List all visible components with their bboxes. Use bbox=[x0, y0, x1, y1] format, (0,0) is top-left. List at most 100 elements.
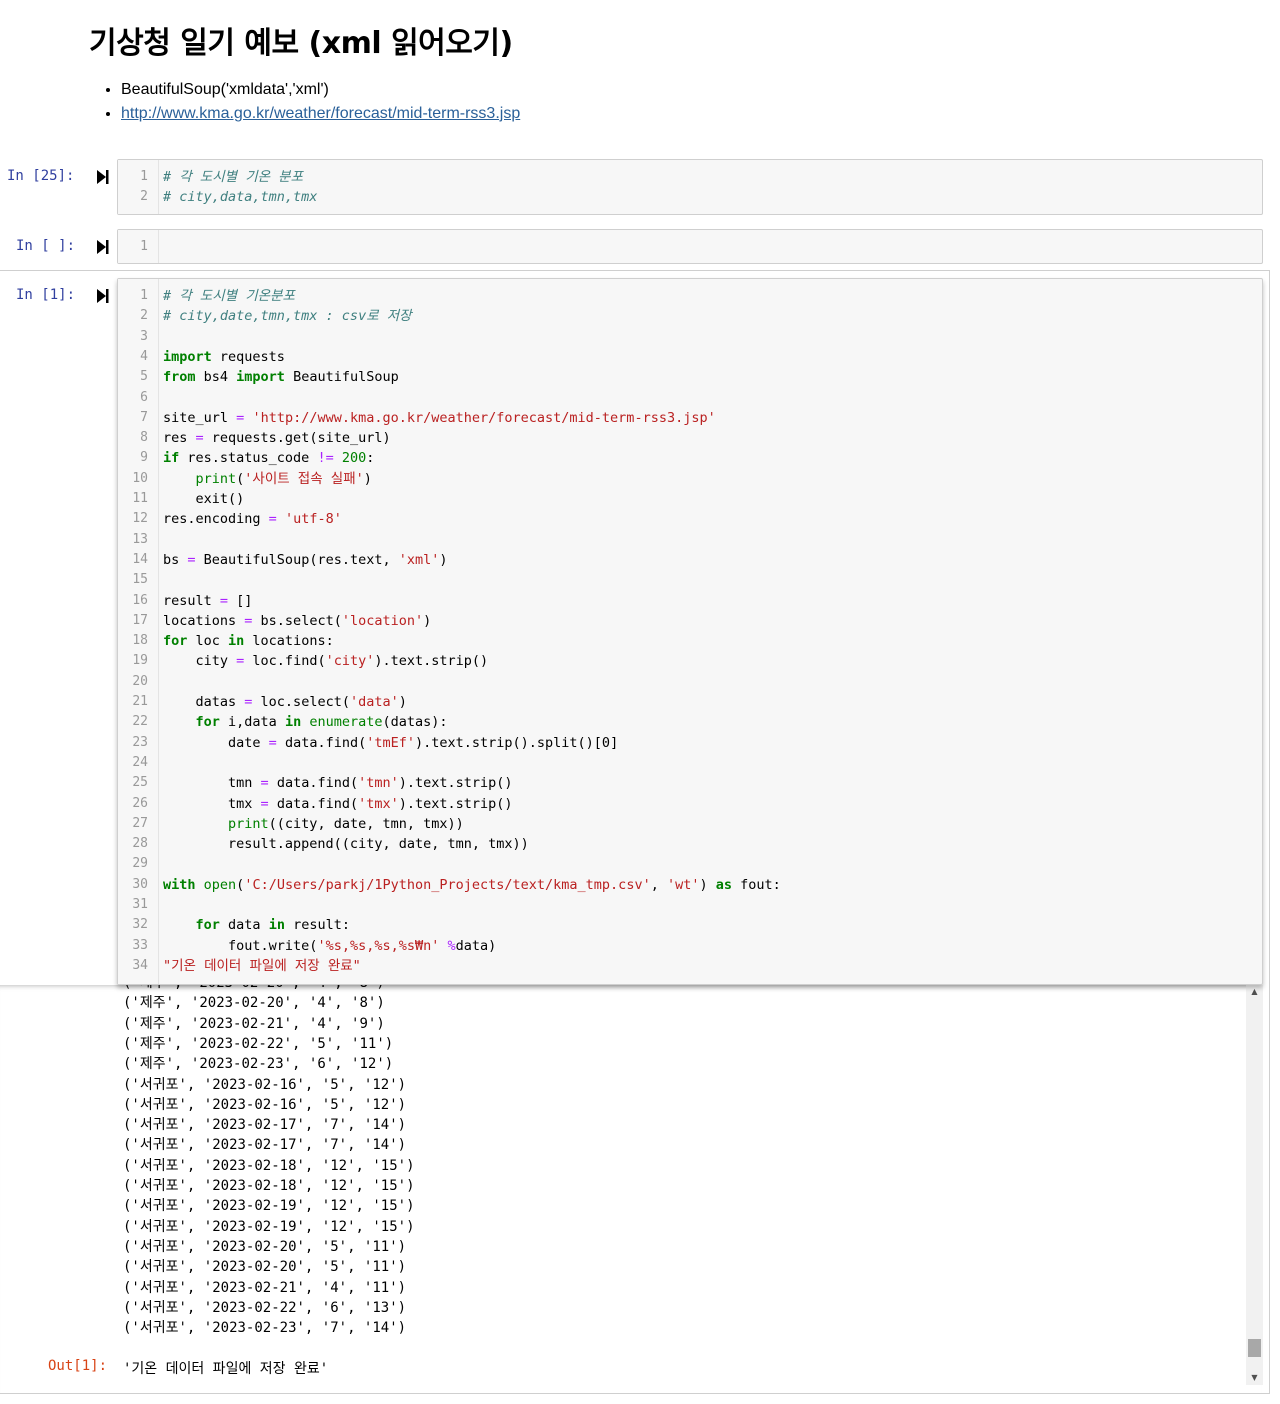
code-line[interactable]: 8 res = requests.get(site_url) bbox=[118, 428, 1262, 448]
line-number: 1 bbox=[140, 169, 148, 184]
line-number: 11 bbox=[132, 491, 148, 506]
kma-rss-link[interactable]: http://www.kma.go.kr/weather/forecast/mi… bbox=[121, 105, 520, 122]
bullet-item-link[interactable]: http://www.kma.go.kr/weather/forecast/mi… bbox=[121, 102, 520, 126]
output-stream-area[interactable]: ('제주', '2023-02-20', '4', '8') ('제주', '20… bbox=[0, 985, 1262, 1393]
line-number: 24 bbox=[132, 754, 148, 770]
bullet-text: BeautifulSoup('xmldata','xml') bbox=[121, 81, 329, 98]
line-number: 31 bbox=[132, 897, 148, 912]
output-line: ('서귀포', '2023-02-17', '7', '14') bbox=[123, 1117, 407, 1134]
code-line[interactable]: 10 print('사이트 접속 실패') bbox=[118, 469, 1262, 489]
code-line[interactable]: 29 bbox=[118, 854, 1262, 874]
code-text: print('사이트 접속 실패') bbox=[195, 470, 372, 487]
code-line[interactable]: 20 bbox=[118, 672, 1262, 692]
code-text: locations = bs.select('location') bbox=[163, 612, 432, 629]
code-line[interactable]: 12 res.encoding = 'utf-8' bbox=[118, 509, 1262, 529]
scroll-down-arrow-icon[interactable]: ▼ bbox=[1246, 1371, 1263, 1385]
line-number: 15 bbox=[132, 572, 148, 588]
code-line[interactable]: 1 # 각 도시별 기온분포 bbox=[118, 286, 1262, 306]
output-line: ('제주', '2023-02-20', '4', '8') bbox=[123, 995, 385, 1012]
code-line[interactable]: 1 bbox=[118, 237, 1262, 257]
code-text: fout.write('%s,%s,%s,%s₩n' %data) bbox=[163, 937, 497, 954]
code-text: date = data.find('tmEf').text.strip().sp… bbox=[163, 734, 619, 751]
code-line[interactable]: 26 tmx = data.find('tmx').text.strip() bbox=[118, 794, 1262, 814]
line-number: 14 bbox=[132, 551, 148, 567]
line-number: 30 bbox=[132, 876, 148, 892]
line-number: 6 bbox=[140, 389, 148, 405]
code-line[interactable]: 5 from bs4 import BeautifulSoup bbox=[118, 367, 1262, 387]
output-scrollbar[interactable]: ▲ ▼ bbox=[1246, 985, 1263, 1385]
code-text: # 각 도시별 기온분포 bbox=[163, 288, 295, 304]
output-line: ('서귀포', '2023-02-17', '7', '14') bbox=[123, 1137, 407, 1154]
code-line[interactable]: 28 result.append((city, date, tmn, tmx)) bbox=[118, 834, 1262, 854]
line-number: 20 bbox=[132, 673, 148, 689]
code-line[interactable]: 27 print((city, date, tmn, tmx)) bbox=[118, 814, 1262, 834]
code-text: tmx = data.find('tmx').text.strip() bbox=[163, 795, 513, 812]
code-line[interactable]: 3 bbox=[118, 327, 1262, 347]
code-line[interactable]: 22 for i,data in enumerate(datas): bbox=[118, 712, 1262, 732]
code-line[interactable]: 18 for loc in locations: bbox=[118, 631, 1262, 651]
code-text: res = requests.get(site_url) bbox=[163, 430, 391, 447]
output-line: ('서귀포', '2023-02-16', '5', '12') bbox=[123, 1076, 407, 1093]
line-number: 5 bbox=[140, 369, 148, 385]
code-line[interactable]: 33 fout.write('%s,%s,%s,%s₩n' %data) bbox=[118, 936, 1262, 956]
code-line[interactable]: 1 # 각 도시별 기온 분포 bbox=[118, 167, 1262, 187]
code-line[interactable]: 4 import requests bbox=[118, 347, 1262, 367]
run-cell-icon[interactable] bbox=[97, 289, 109, 303]
line-number: 2 bbox=[140, 308, 148, 324]
code-line[interactable]: 32 for data in result: bbox=[118, 915, 1262, 935]
code-text: if res.status_code != 200: bbox=[163, 450, 375, 467]
bullet-item-beautifulsoup: BeautifulSoup('xmldata','xml') bbox=[121, 78, 520, 102]
code-text: city = loc.find('city').text.strip() bbox=[163, 653, 489, 670]
code-editor[interactable]: 1 # 각 도시별 기온 분포 2 # city,data,tmn,tmx bbox=[117, 159, 1263, 215]
code-line[interactable]: 2 # city,date,tmn,tmx : csv로 저장 bbox=[118, 306, 1262, 326]
code-text: res.encoding = 'utf-8' bbox=[163, 511, 342, 528]
line-number: 13 bbox=[132, 531, 148, 547]
code-line[interactable]: 11 exit() bbox=[118, 489, 1262, 509]
code-text: from bs4 import BeautifulSoup bbox=[163, 369, 399, 386]
run-cell-icon[interactable] bbox=[97, 170, 109, 184]
output-line: ('서귀포', '2023-02-20', '5', '11') bbox=[123, 1259, 407, 1276]
code-line[interactable]: 31 bbox=[118, 895, 1262, 915]
code-editor[interactable]: 1 # 각 도시별 기온분포 2 # city,date,tmn,tmx : csv로… bbox=[117, 278, 1263, 985]
code-line[interactable]: 25 tmn = data.find('tmn').text.strip() bbox=[118, 773, 1262, 793]
output-line: ('서귀포', '2023-02-16', '5', '12') bbox=[123, 1096, 407, 1113]
code-line[interactable]: 19 city = loc.find('city').text.strip() bbox=[118, 651, 1262, 671]
code-line[interactable]: 23 date = data.find('tmEf').text.strip()… bbox=[118, 733, 1262, 753]
code-line[interactable]: 24 bbox=[118, 753, 1262, 773]
output-prompt: Out[1]: bbox=[48, 1358, 108, 1374]
output-result: '기온 데이터 파일에 저장 완료' bbox=[123, 1361, 329, 1377]
run-cell-icon[interactable] bbox=[97, 240, 109, 254]
code-line[interactable]: 30 with open('C:/Users/parkj/1Python_Proj… bbox=[118, 875, 1262, 895]
code-line[interactable]: 2 # city,data,tmn,tmx bbox=[118, 187, 1262, 207]
input-prompt: In [ ]: bbox=[16, 238, 76, 254]
line-number: 2 bbox=[140, 189, 148, 205]
code-line[interactable]: 13 bbox=[118, 530, 1262, 550]
code-line[interactable]: 9 if res.status_code != 200: bbox=[118, 448, 1262, 468]
line-number: 1 bbox=[140, 288, 148, 303]
line-number: 22 bbox=[132, 714, 148, 730]
code-text: print((city, date, tmn, tmx)) bbox=[228, 815, 464, 832]
notebook-title: 기상청 일기 예보 (xml 읽어오기) bbox=[89, 26, 513, 61]
code-line[interactable]: 6 bbox=[118, 388, 1262, 408]
code-line[interactable]: 15 bbox=[118, 570, 1262, 590]
code-text: for i,data in enumerate(datas): bbox=[195, 714, 448, 731]
code-line[interactable]: 14 bs = BeautifulSoup(res.text, 'xml') bbox=[118, 550, 1262, 570]
code-line[interactable]: 7 site_url = 'http://www.kma.go.kr/weathe… bbox=[118, 408, 1262, 428]
line-number: 33 bbox=[132, 937, 148, 953]
code-line[interactable]: 16 result = [] bbox=[118, 591, 1262, 611]
input-prompt: In [1]: bbox=[16, 287, 76, 303]
output-line: ('서귀포', '2023-02-18', '12', '15') bbox=[123, 1157, 415, 1174]
code-line[interactable]: 17 locations = bs.select('location') bbox=[118, 611, 1262, 631]
code-line[interactable]: 34 "기온 데이터 파일에 저장 완료" bbox=[118, 956, 1262, 976]
line-number: 25 bbox=[132, 775, 148, 791]
scroll-up-arrow-icon[interactable]: ▲ bbox=[1246, 985, 1263, 999]
code-line[interactable]: 21 datas = loc.select('data') bbox=[118, 692, 1262, 712]
code-editor[interactable]: 1 bbox=[117, 229, 1263, 264]
code-text: tmn = data.find('tmn').text.strip() bbox=[163, 775, 513, 792]
line-number: 34 bbox=[132, 957, 148, 973]
code-text: site_url = 'http://www.kma.go.kr/weather… bbox=[163, 409, 716, 426]
scrollbar-thumb[interactable] bbox=[1248, 1338, 1261, 1357]
output-line: ('서귀포', '2023-02-23', '7', '14') bbox=[123, 1320, 407, 1337]
code-text: # 각 도시별 기온 분포 bbox=[163, 169, 303, 185]
line-number: 8 bbox=[140, 430, 148, 446]
